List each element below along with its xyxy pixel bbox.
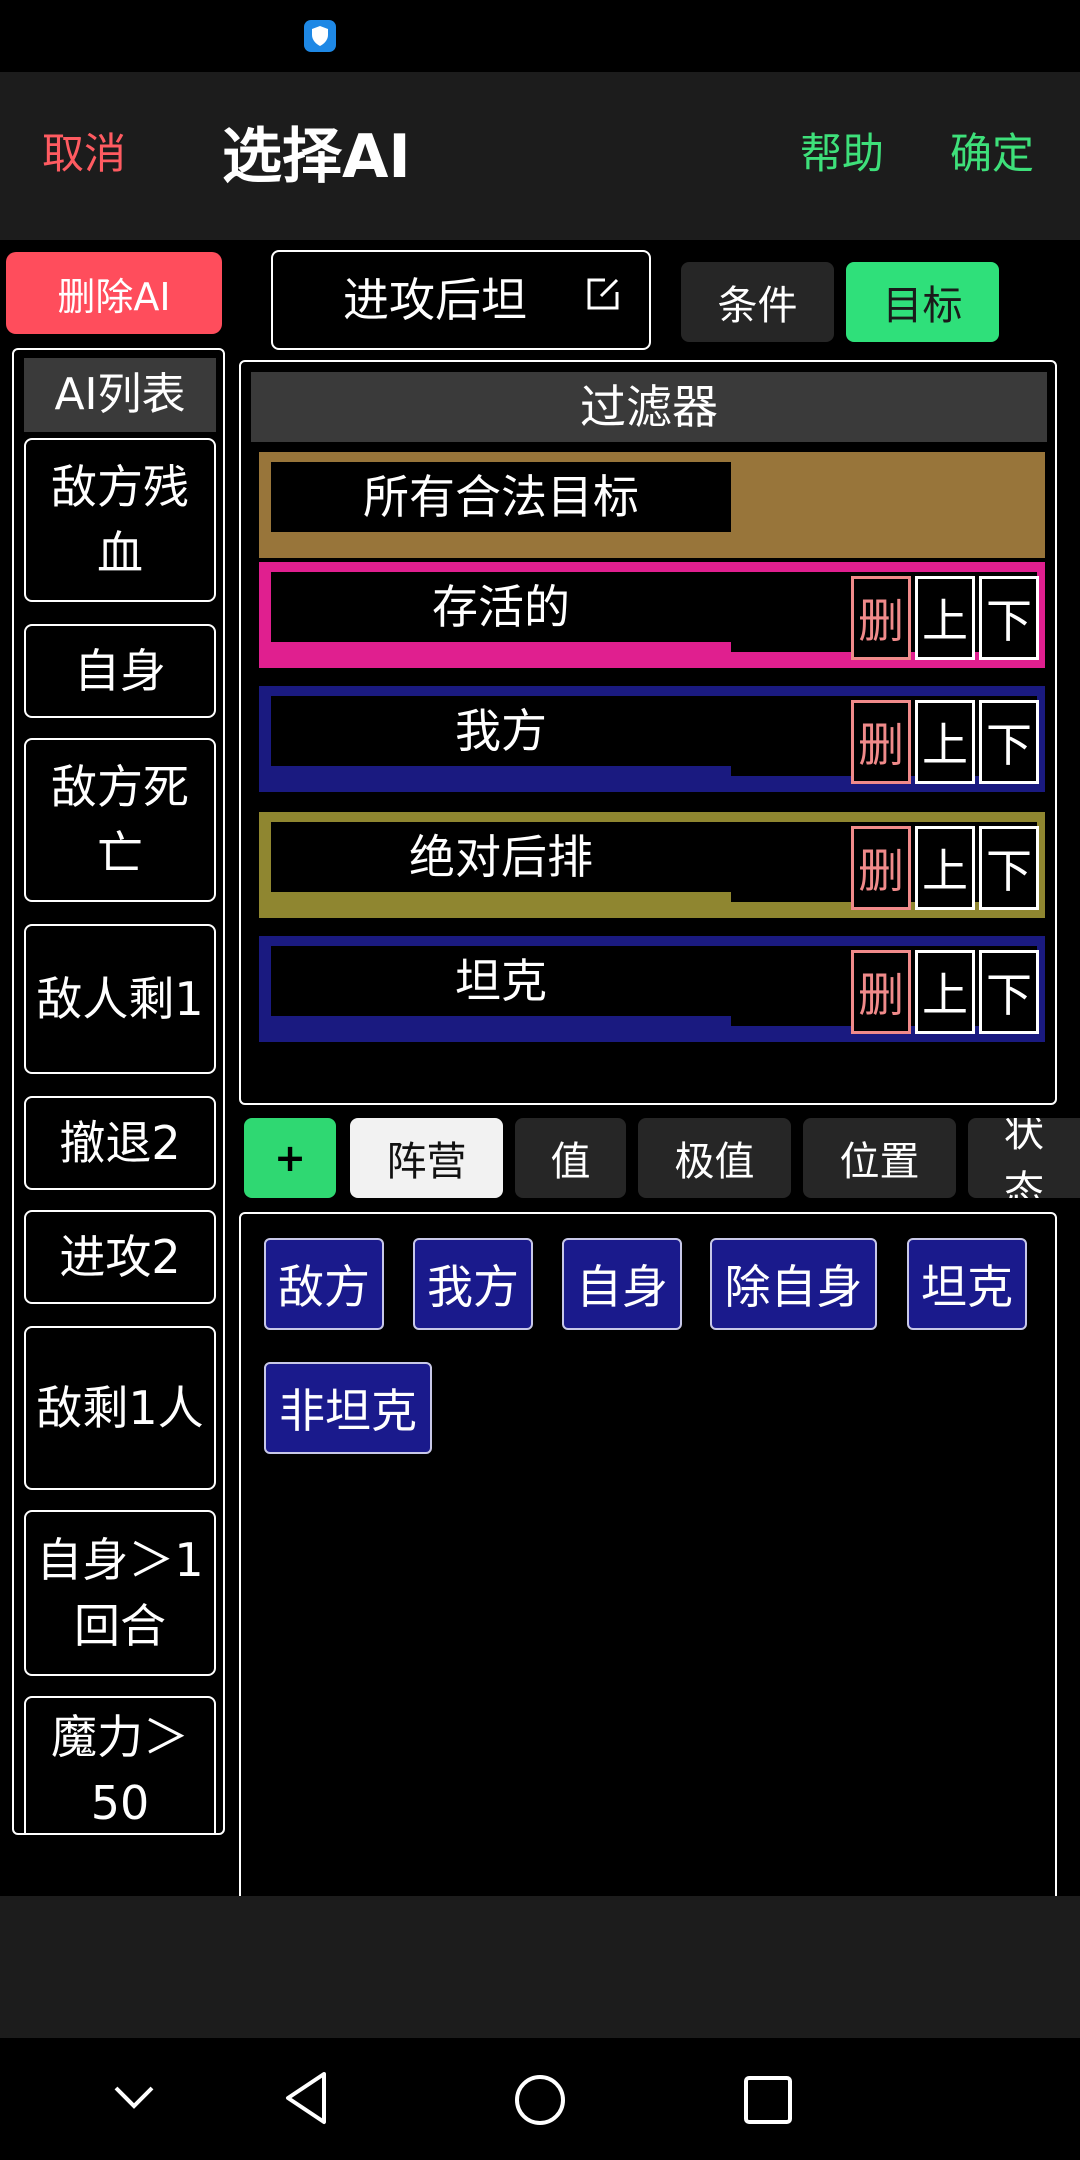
ai-list-item[interactable]: 自身＞1回合 [24,1510,216,1676]
move-down-button[interactable]: 下 [979,700,1039,784]
recents-icon[interactable] [742,2074,794,2126]
option-ally[interactable]: 我方 [413,1238,533,1330]
delete-filter-button[interactable]: 删 [851,576,911,660]
move-down-button[interactable]: 下 [979,576,1039,660]
option-enemy[interactable]: 敌方 [264,1238,384,1330]
home-icon[interactable] [512,2072,568,2128]
option-tank[interactable]: 坦克 [907,1238,1027,1330]
ai-list-item[interactable]: 撤退2 [24,1096,216,1190]
tab-value[interactable]: 值 [515,1118,626,1198]
move-up-button[interactable]: 上 [915,576,975,660]
option-except-self[interactable]: 除自身 [710,1238,877,1330]
cancel-button[interactable]: 取消 [42,120,126,188]
filter-row[interactable]: 所有合法目标 [259,452,1045,558]
tab-status[interactable]: 状态 [968,1118,1080,1198]
edit-icon[interactable] [583,274,623,314]
ai-list-item[interactable]: 自身 [24,624,216,718]
option-self[interactable]: 自身 [562,1238,682,1330]
help-button[interactable]: 帮助 [800,120,884,188]
move-up-button[interactable]: 上 [915,700,975,784]
move-up-button[interactable]: 上 [915,950,975,1034]
ai-name-field[interactable]: 进攻后坦 [271,250,651,350]
add-filter-button[interactable]: + [244,1118,336,1198]
ai-list[interactable]: AI列表 敌方残血 自身 敌方死亡 敌人剩1 撤退2 进攻2 敌剩1人 自身＞1… [12,348,225,1835]
bottom-area [0,1896,1080,2038]
tab-camp[interactable]: 阵营 [350,1118,503,1198]
filter-row-label: 所有合法目标 [271,462,731,532]
filter-row[interactable]: 绝对后排 删 上 下 [259,812,1045,918]
filter-row-label: 绝对后排 [271,822,731,892]
filter-row-label: 存活的 [271,572,731,642]
ai-list-item[interactable]: 敌剩1人 [24,1326,216,1490]
ai-list-item[interactable]: 进攻2 [24,1210,216,1304]
ai-list-item[interactable]: 敌人剩1 [24,924,216,1074]
filter-row[interactable]: 我方 删 上 下 [259,686,1045,792]
page-title: 选择AI [222,122,411,192]
ai-list-item[interactable]: 魔力＞50 [24,1696,216,1833]
tab-position[interactable]: 位置 [803,1118,956,1198]
ai-list-title: AI列表 [24,358,216,432]
move-up-button[interactable]: 上 [915,826,975,910]
navigation-bar [0,2038,1080,2160]
move-down-button[interactable]: 下 [979,826,1039,910]
ai-list-item[interactable]: 敌方死亡 [24,738,216,902]
option-non-tank[interactable]: 非坦克 [264,1362,432,1454]
filter-row-label: 我方 [271,696,731,766]
confirm-button[interactable]: 确定 [950,120,1034,188]
chevron-down-icon[interactable] [112,2082,156,2112]
filter-row[interactable]: 坦克 删 上 下 [259,936,1045,1042]
tab-extreme[interactable]: 极值 [638,1118,791,1198]
filter-row-label: 坦克 [271,946,731,1016]
filter-row[interactable]: 存活的 删 上 下 [259,562,1045,668]
move-down-button[interactable]: 下 [979,950,1039,1034]
tab-condition[interactable]: 条件 [681,262,834,342]
tab-target[interactable]: 目标 [846,262,999,342]
ai-name-text: 进攻后坦 [343,273,527,327]
ai-list-item[interactable]: 敌方残血 [24,438,216,602]
filter-title: 过滤器 [251,372,1047,442]
top-bar [0,72,1080,240]
shield-icon [304,20,336,52]
back-icon[interactable] [282,2068,332,2128]
delete-filter-button[interactable]: 删 [851,950,911,1034]
delete-filter-button[interactable]: 删 [851,826,911,910]
delete-filter-button[interactable]: 删 [851,700,911,784]
status-bar [0,0,1080,72]
delete-ai-button[interactable]: 删除AI [6,252,222,334]
